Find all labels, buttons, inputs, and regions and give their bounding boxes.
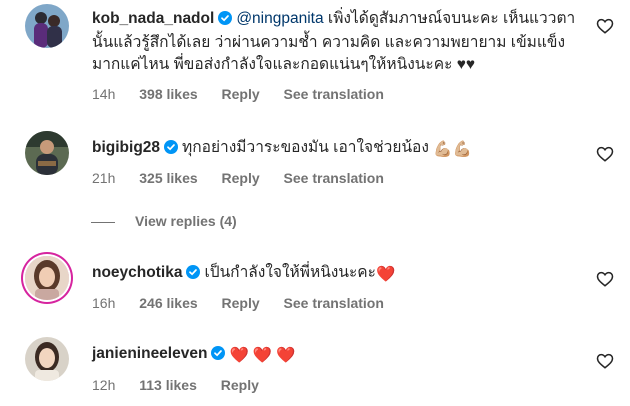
- reply-button[interactable]: Reply: [221, 377, 259, 393]
- heart-outline-icon[interactable]: [596, 145, 614, 163]
- avatar[interactable]: [25, 337, 69, 381]
- likes-count[interactable]: 246 likes: [139, 295, 197, 311]
- verified-badge-icon: [211, 345, 226, 367]
- comment-meta: 21h 325 likes Reply See translation: [92, 170, 404, 186]
- see-translation-button[interactable]: See translation: [284, 170, 384, 186]
- avatar[interactable]: [25, 4, 69, 48]
- verified-badge-icon: [186, 264, 201, 286]
- timestamp[interactable]: 16h: [92, 295, 115, 311]
- heart-outline-icon[interactable]: [596, 352, 614, 370]
- comment-meta: 14h 398 likes Reply See translation: [92, 86, 404, 102]
- likes-count[interactable]: 113 likes: [139, 377, 197, 393]
- mention-link[interactable]: @ningpanita: [236, 10, 323, 27]
- reply-button[interactable]: Reply: [222, 170, 260, 186]
- avatar[interactable]: [25, 131, 69, 175]
- replies-divider: [91, 221, 115, 223]
- verified-badge-icon: [164, 139, 179, 161]
- avatar[interactable]: [25, 256, 69, 300]
- see-translation-button[interactable]: See translation: [284, 86, 384, 102]
- username[interactable]: noeychotika: [92, 264, 182, 281]
- heart-outline-icon[interactable]: [596, 17, 614, 35]
- emoji-text: ❤️: [376, 266, 396, 283]
- username[interactable]: janienineeleven: [92, 345, 207, 362]
- comment-text: ทุกอย่างมีวาระของมัน เอาใจช่วยน้อง: [182, 139, 429, 156]
- emoji-text: ❤️❤️❤️: [229, 347, 300, 364]
- heart-outline-icon[interactable]: [596, 270, 614, 288]
- reply-button[interactable]: Reply: [222, 295, 260, 311]
- emoji-text: 💪🏼💪🏼: [433, 141, 472, 158]
- timestamp[interactable]: 21h: [92, 170, 115, 186]
- view-replies-label: View replies (4): [135, 213, 237, 229]
- username[interactable]: kob_nada_nadol: [92, 10, 214, 27]
- verified-badge-icon: [218, 10, 233, 32]
- see-translation-button[interactable]: See translation: [284, 295, 384, 311]
- timestamp[interactable]: 12h: [92, 377, 115, 393]
- view-replies-button[interactable]: View replies (4): [91, 213, 237, 229]
- likes-count[interactable]: 398 likes: [139, 86, 197, 102]
- username[interactable]: bigibig28: [92, 139, 160, 156]
- comment-text: เป็นกำลังใจให้พี่หนิงนะคะ: [204, 264, 376, 281]
- comment-meta: 16h 246 likes Reply See translation: [92, 295, 404, 311]
- comment-meta: 12h 113 likes Reply: [92, 377, 279, 393]
- reply-button[interactable]: Reply: [222, 86, 260, 102]
- likes-count[interactable]: 325 likes: [139, 170, 197, 186]
- timestamp[interactable]: 14h: [92, 86, 115, 102]
